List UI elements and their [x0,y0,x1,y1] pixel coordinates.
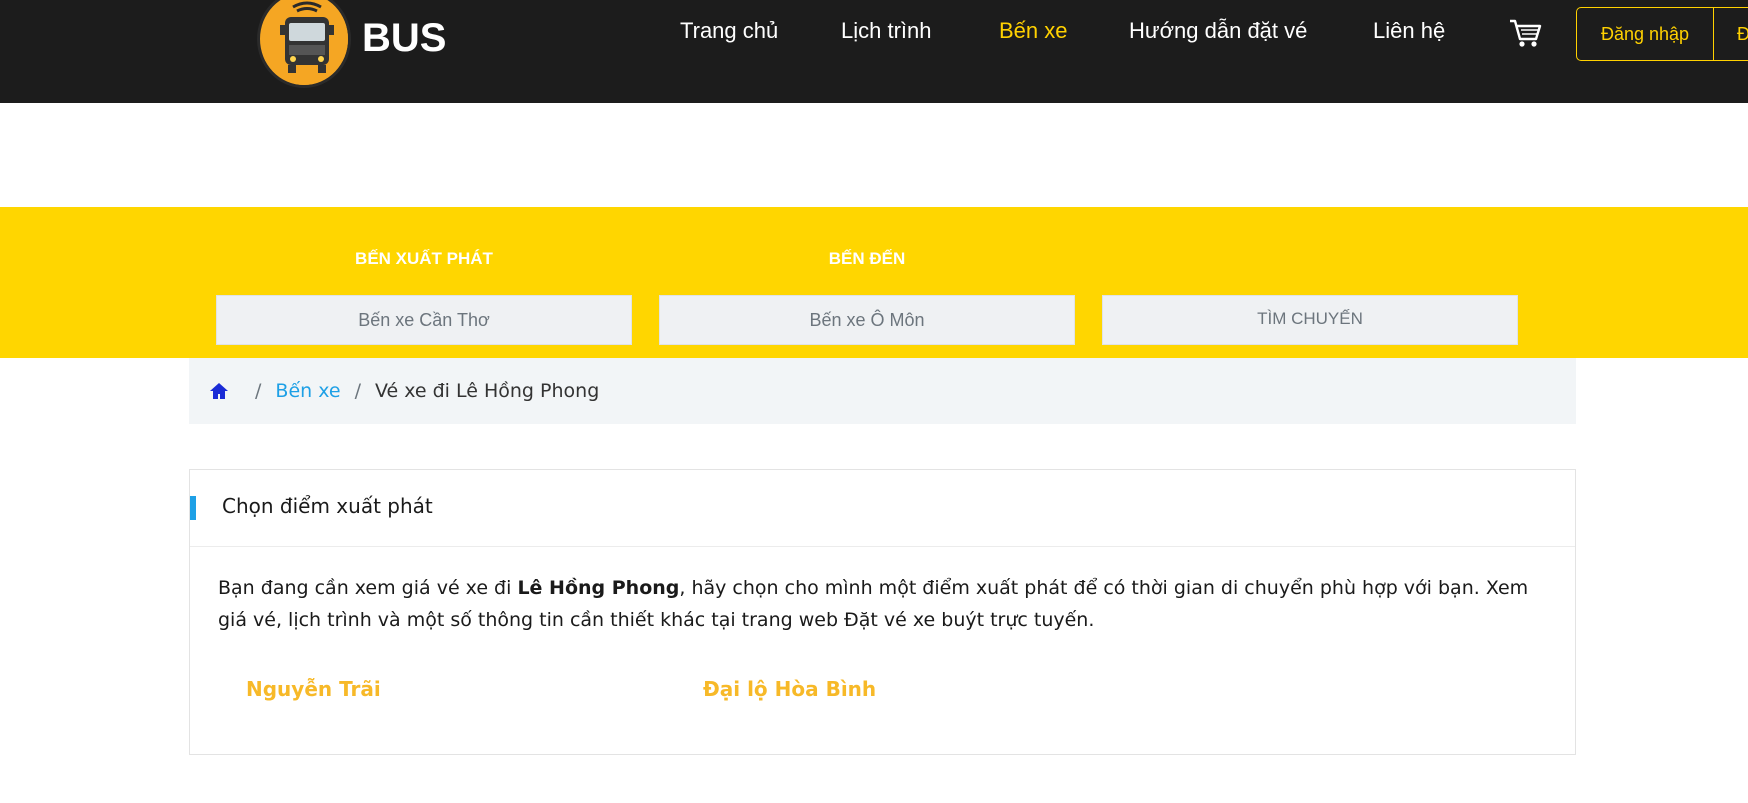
card-description: Bạn đang cần xem giá vé xe đi Lê Hồng Ph… [218,572,1558,636]
bus-logo-icon[interactable] [257,0,351,88]
card-accent-bar [190,496,196,520]
top-header: BUS Trang chủ Lịch trình Bến xe Hướng dẫ… [0,0,1748,103]
breadcrumb: / Bến xe / Vé xe đi Lê Hồng Phong [189,358,1576,424]
nav-schedule[interactable]: Lịch trình [841,18,932,44]
stop-link-nguyen-trai[interactable]: Nguyễn Trãi [246,677,381,701]
from-station-field[interactable]: Bến xe Cần Thơ [216,295,632,345]
nav-home[interactable]: Trang chủ [680,18,778,44]
description-start: Bạn đang cần xem giá vé xe đi [218,577,518,599]
nav-contact[interactable]: Liên hệ [1373,18,1445,44]
card-title: Chọn điểm xuất phát [222,494,433,518]
home-icon[interactable] [209,382,229,400]
breadcrumb-separator: / [255,380,262,402]
register-button[interactable]: Đ [1713,7,1748,61]
departure-card: Chọn điểm xuất phát Bạn đang cần xem giá… [189,469,1576,755]
to-label: BẾN ĐẾN [828,249,906,268]
nav-bus-stations[interactable]: Bến xe [999,18,1068,44]
breadcrumb-separator: / [354,380,361,402]
breadcrumb-current: Vé xe đi Lê Hồng Phong [374,380,600,402]
breadcrumb-link-stations[interactable]: Bến xe [275,380,340,402]
nav-booking-guide[interactable]: Hướng dẫn đặt vé [1129,18,1307,44]
stop-link-dai-lo-hoa-binh[interactable]: Đại lộ Hòa Bình [703,677,876,701]
search-band: BẾN XUẤT PHÁT BẾN ĐẾN Bến xe Cần Thơ Bến… [0,207,1748,358]
search-trip-button[interactable]: TÌM CHUYẾN [1102,295,1518,345]
from-label: BẾN XUẤT PHÁT [355,249,493,268]
destination-name: Lê Hồng Phong [517,577,680,599]
brand-name[interactable]: BUS [362,16,446,61]
to-station-field[interactable]: Bến xe Ô Môn [659,295,1075,345]
card-header: Chọn điểm xuất phát [190,470,1575,547]
login-button[interactable]: Đăng nhập [1576,7,1714,61]
cart-icon[interactable] [1508,17,1542,49]
